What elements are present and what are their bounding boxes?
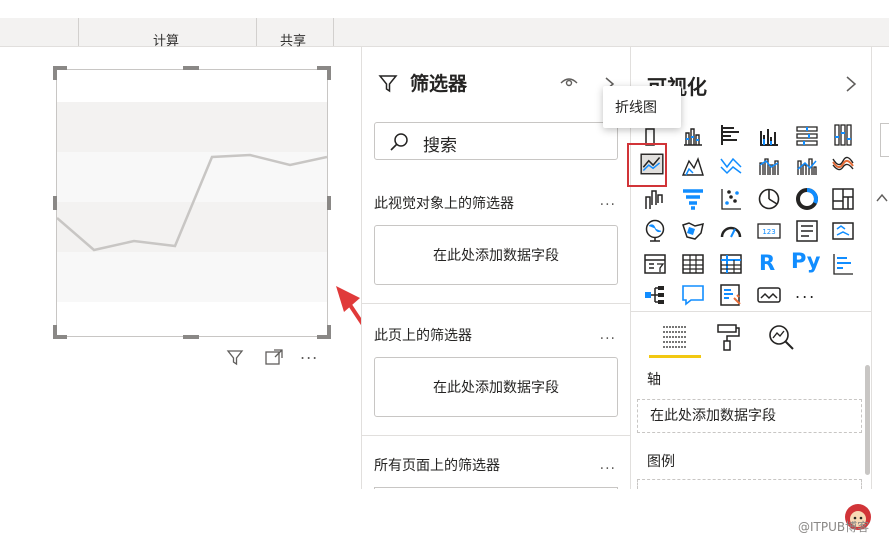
kpi-icon[interactable] [831,219,855,243]
chart-plot [57,102,327,302]
pie-chart-icon[interactable] [757,187,781,211]
scatter-chart-icon[interactable] [719,187,743,211]
divider [362,303,630,304]
legend-label: 图例 [647,454,675,470]
line-chart-icon[interactable] [639,151,665,177]
section-more-icon[interactable]: ... [600,457,616,473]
ribbon-separator [78,18,79,46]
waterfall-chart-icon[interactable] [643,187,667,211]
stacked-column-chart-icon[interactable] [681,123,705,147]
more-options-icon[interactable]: ... [300,344,318,363]
focus-mode-icon[interactable] [264,348,284,366]
format-paint-roller-icon[interactable] [715,323,741,351]
chart-band [57,202,327,252]
smart-narrative-icon[interactable] [719,283,743,307]
filter-icon[interactable] [226,348,244,366]
svg-text:123: 123 [762,228,775,236]
resize-handle[interactable] [183,66,199,70]
analytics-magnifier-icon[interactable] [767,323,795,351]
ribbon-chart-icon[interactable] [831,153,855,177]
axis-field-well[interactable]: 在此处添加数据字段 [637,399,862,433]
active-tab-indicator [649,355,701,358]
pane-scrollbar[interactable] [865,365,870,475]
ribbon-separator [256,18,257,46]
tooltip-text: 折线图 [615,100,657,116]
chevron-up-icon[interactable] [876,193,888,203]
resize-handle[interactable] [327,66,331,80]
donut-chart-icon[interactable] [795,187,819,211]
resize-handle[interactable] [53,325,57,339]
ribbon: 计算 共享 [0,18,889,49]
section-title-visual: 此视觉对象上的筛选器 [374,196,514,212]
key-influencers-icon[interactable] [831,252,855,276]
search-placeholder: 搜索 [423,136,457,156]
line-and-stacked-column-chart-icon[interactable] [757,153,781,177]
filters-title: 筛选器 [410,73,468,95]
filter-search-box[interactable]: 搜索 [374,122,618,160]
page-filter-dropzone[interactable]: 在此处添加数据字段 [374,357,618,417]
line-chart-tooltip: 折线图 [603,86,681,128]
matrix-icon[interactable] [719,252,743,276]
search-icon [390,133,408,151]
gauge-icon[interactable] [719,219,743,243]
filters-pane: 筛选器 搜索 此视觉对象上的筛选器 ... 在此处添加数据字段 此页上的筛选器 … [361,47,631,489]
resize-handle[interactable] [327,196,331,210]
axis-label: 轴 [647,372,661,388]
section-more-icon[interactable]: ... [600,193,616,209]
resize-handle[interactable] [53,196,57,210]
resize-handle[interactable] [183,335,199,339]
chart-band [57,102,327,152]
clustered-column-chart-icon[interactable] [757,123,781,147]
filled-map-icon[interactable] [681,219,705,243]
r-script-visual-icon[interactable]: R [759,251,775,275]
divider [362,435,630,436]
card-icon[interactable]: 123 [757,219,781,243]
line-and-clustered-column-chart-icon[interactable] [795,153,819,177]
qa-visual-icon[interactable] [681,283,705,307]
clustered-bar-chart-icon[interactable] [719,123,743,147]
visual-filter-dropzone[interactable]: 在此处添加数据字段 [374,225,618,285]
100-stacked-bar-chart-icon[interactable] [795,123,819,147]
eye-icon[interactable] [559,75,579,89]
divider [631,311,871,312]
chart-band [57,152,327,202]
paginated-report-icon[interactable] [757,283,781,307]
all-pages-filter-dropzone[interactable] [374,487,618,489]
funnel-chart-icon[interactable] [681,187,705,211]
ribbon-separator [333,18,334,46]
section-more-icon[interactable]: ... [600,327,616,343]
fields-search-edge[interactable] [880,123,889,157]
resize-handle[interactable] [53,66,57,80]
chart-band [57,252,327,302]
stacked-area-chart-icon[interactable] [719,153,743,177]
legend-field-well[interactable] [637,479,862,489]
more-visuals-icon[interactable]: ... [795,283,816,302]
collapse-visualizations-chevron-icon[interactable] [845,75,857,93]
filter-pane-icon [378,75,398,93]
decomposition-tree-icon[interactable] [643,283,667,307]
fields-pane-edge [871,47,889,489]
watermark-text: @ITPUB博客 [798,520,870,534]
slicer-icon[interactable] [643,252,667,276]
python-visual-icon[interactable]: Py [791,249,820,273]
fields-tab-icon[interactable] [661,323,689,351]
treemap-icon[interactable] [831,187,855,211]
line-chart-visual[interactable] [56,69,328,337]
map-icon[interactable] [643,219,667,243]
area-chart-icon[interactable] [681,153,705,177]
multi-row-card-icon[interactable] [795,219,819,243]
table-icon[interactable] [681,252,705,276]
section-title-all-pages: 所有页面上的筛选器 [374,458,500,474]
100-stacked-column-chart-icon[interactable] [831,123,855,147]
section-title-page: 此页上的筛选器 [374,328,472,344]
